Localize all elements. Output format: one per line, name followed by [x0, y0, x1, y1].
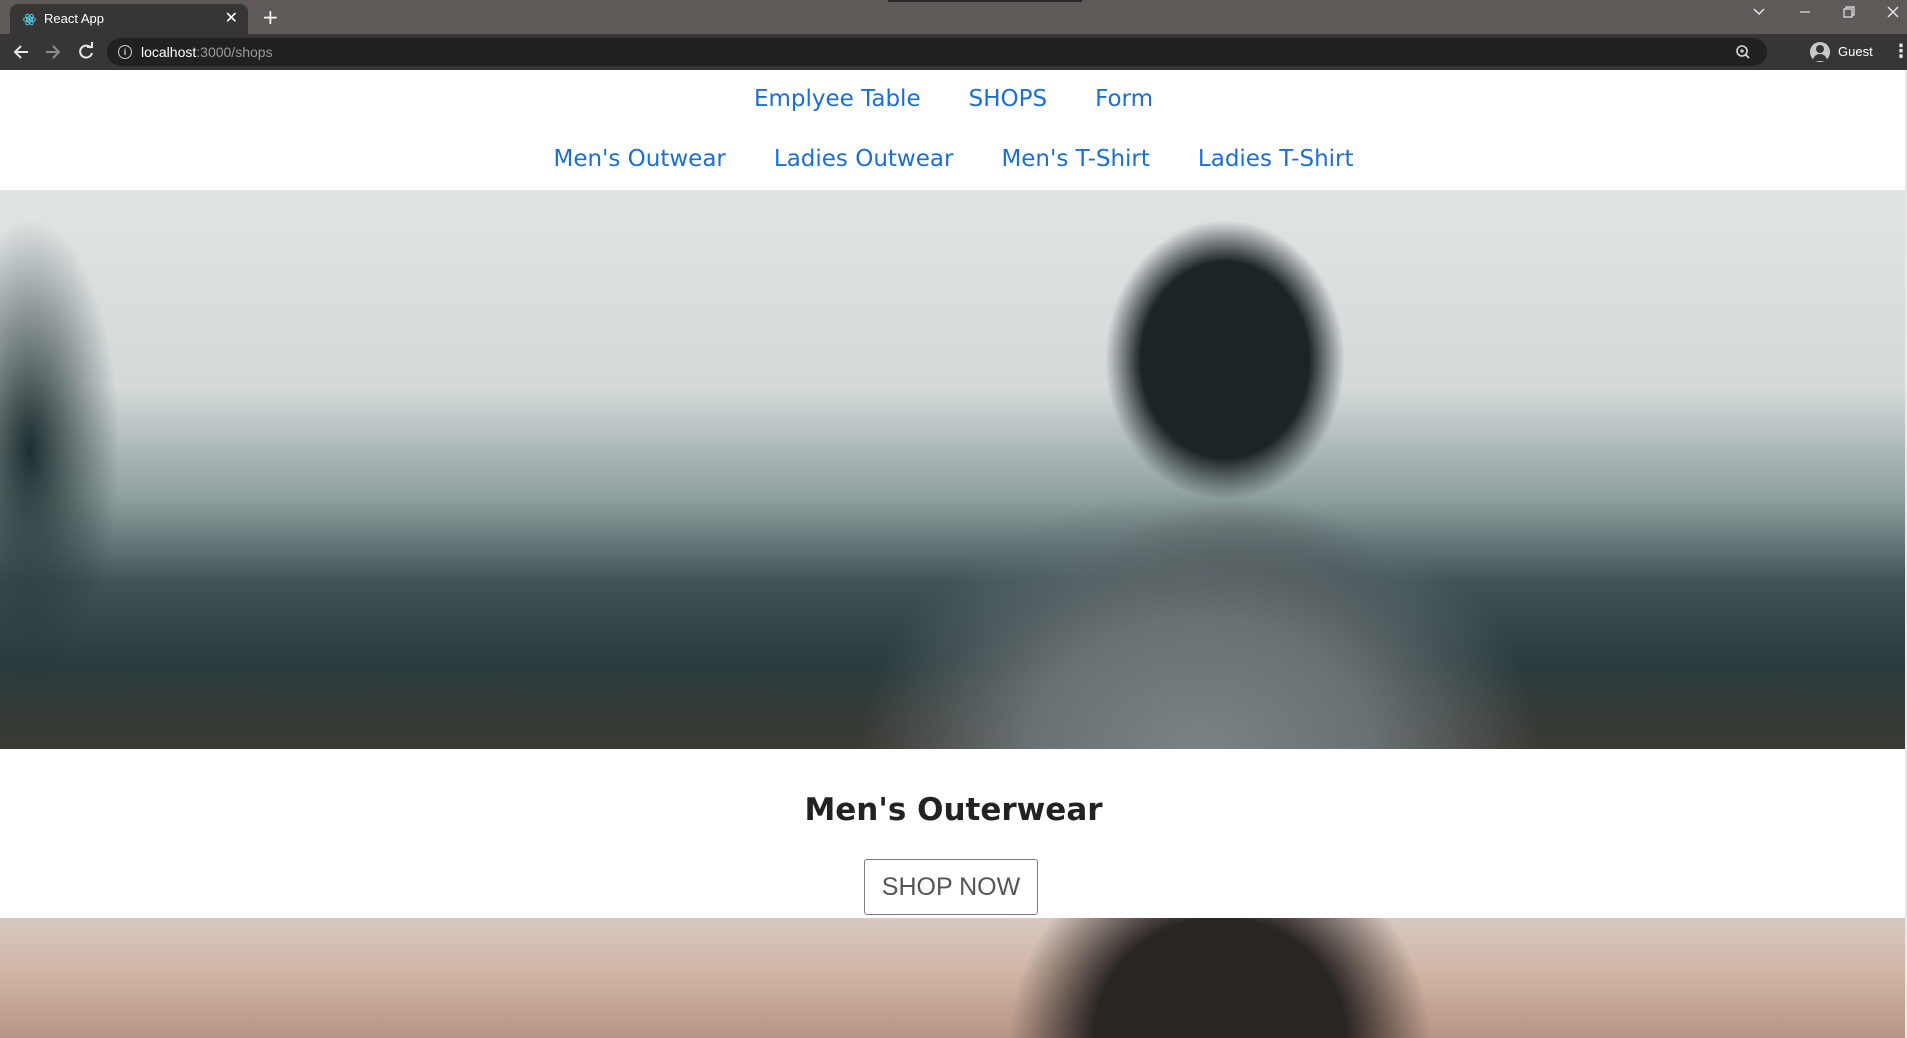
tab-strip-notch — [888, 0, 1082, 2]
hero-image-next-section — [0, 918, 1907, 1038]
browser-tab[interactable]: React App ✕ — [10, 4, 248, 34]
forward-icon[interactable] — [44, 34, 62, 70]
nav-link-employee-table[interactable]: Emplyee Table — [754, 86, 921, 112]
nav-link-ladies-tshirt[interactable]: Ladies T-Shirt — [1198, 146, 1354, 172]
browser-toolbar: i localhost:3000/shops Guest — [0, 34, 1907, 70]
section-title: Men's Outerwear — [804, 792, 1103, 828]
menu-icon[interactable]: ⋮ — [1892, 34, 1907, 70]
shop-now-button[interactable]: SHOP NOW — [864, 859, 1038, 915]
nav-link-mens-outwear[interactable]: Men's Outwear — [553, 146, 725, 172]
profile-name: Guest — [1838, 44, 1873, 59]
nav-link-mens-tshirt[interactable]: Men's T-Shirt — [1001, 146, 1149, 172]
tab-search-icon[interactable] — [1752, 0, 1766, 30]
new-tab-button[interactable]: + — [262, 2, 279, 32]
nav-link-form[interactable]: Form — [1095, 86, 1153, 112]
url-text[interactable]: localhost:3000/shops — [141, 38, 273, 66]
main-nav: Emplyee Table SHOPS Form — [0, 86, 1907, 112]
profile-icon — [1810, 42, 1830, 62]
tab-title: React App — [44, 11, 104, 26]
react-icon — [23, 13, 36, 26]
address-bar[interactable]: i localhost:3000/shops — [107, 38, 1767, 66]
shop-category-nav: Men's Outwear Ladies Outwear Men's T-Shi… — [0, 146, 1907, 172]
tab-close-icon[interactable]: ✕ — [225, 4, 238, 34]
nav-link-shops[interactable]: SHOPS — [969, 86, 1047, 112]
info-icon[interactable]: i — [118, 45, 132, 59]
hero-image-mens-outerwear — [0, 190, 1907, 749]
restore-icon[interactable] — [1842, 0, 1856, 30]
minimize-icon[interactable] — [1798, 0, 1812, 30]
back-icon[interactable] — [12, 34, 30, 70]
reload-icon[interactable] — [77, 34, 95, 70]
close-window-icon[interactable] — [1886, 0, 1900, 30]
browser-tab-strip: React App ✕ + — [0, 0, 1907, 34]
nav-link-ladies-outwear[interactable]: Ladies Outwear — [774, 146, 954, 172]
